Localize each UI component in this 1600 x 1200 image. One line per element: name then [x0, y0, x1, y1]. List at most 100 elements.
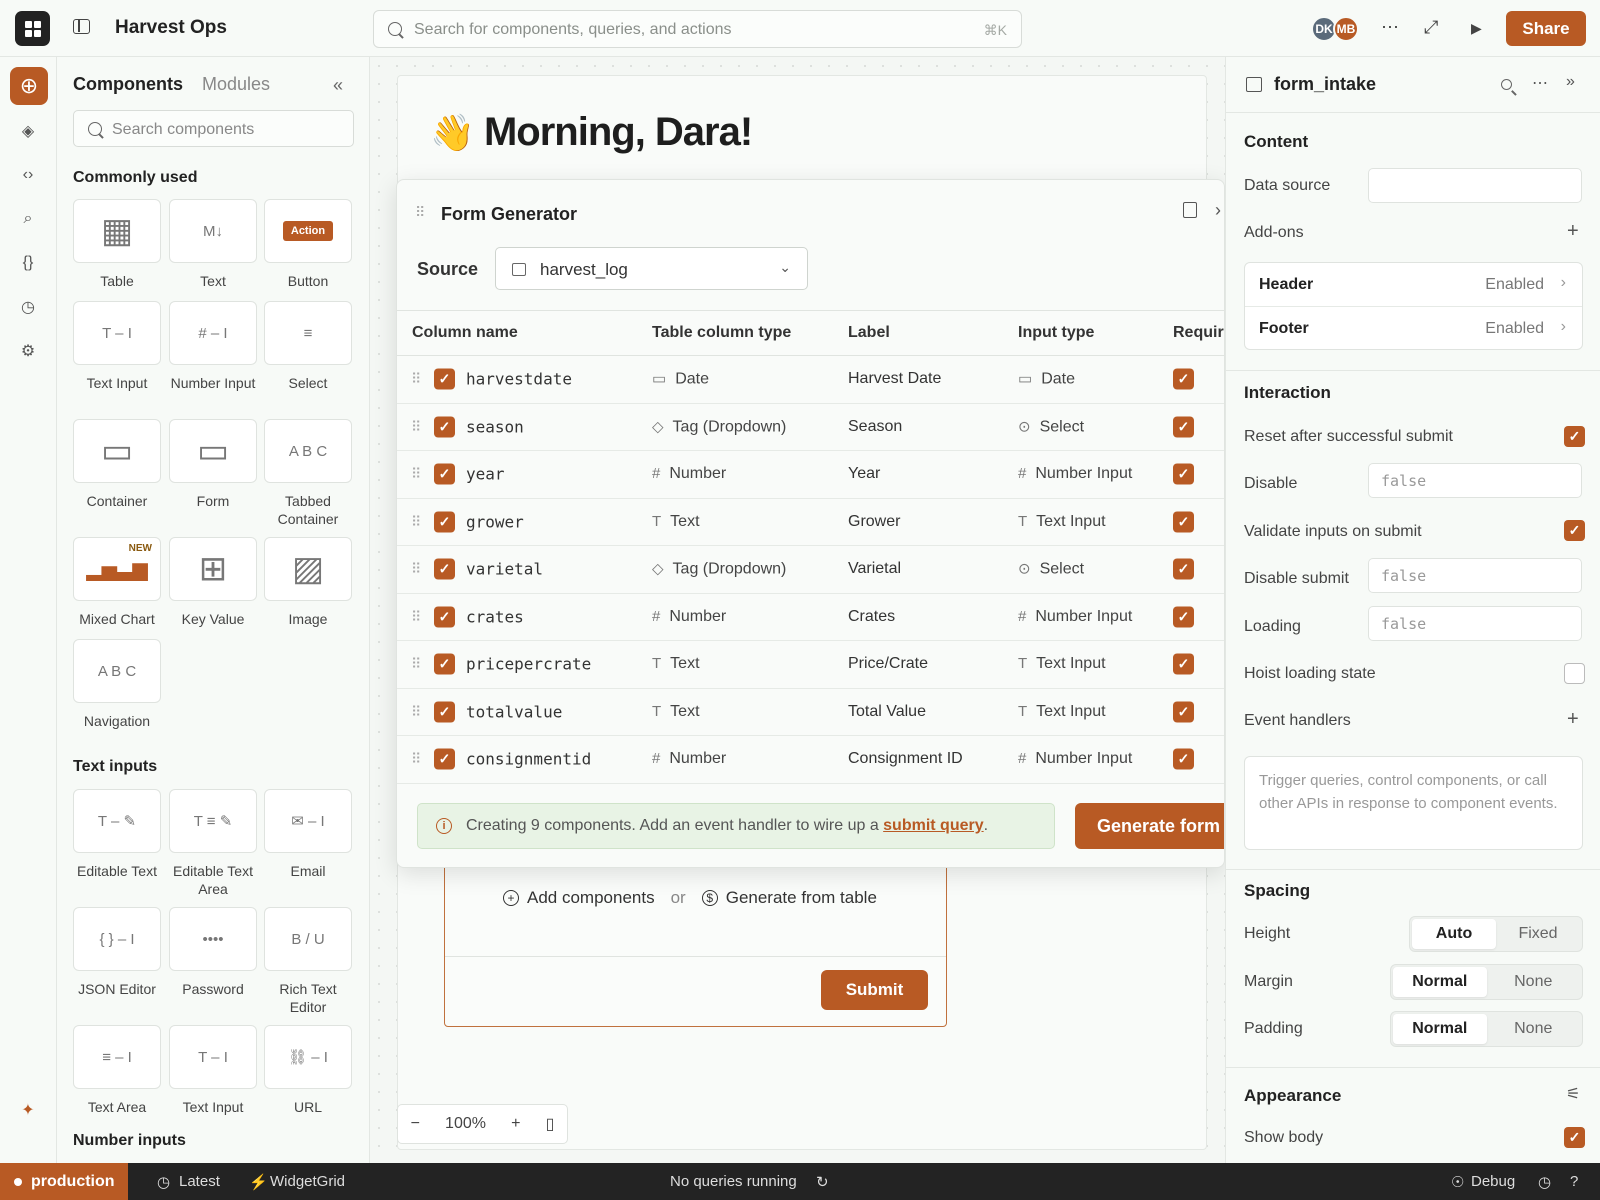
show-body-checkbox[interactable]: ✓ [1564, 1127, 1585, 1148]
component-tile[interactable]: T – I Text Input [73, 301, 161, 392]
include-checkbox[interactable]: ✓ [434, 463, 455, 485]
component-tile[interactable]: ⛓ – I URL [264, 1025, 352, 1116]
required-checkbox[interactable]: ✓ [1173, 606, 1194, 628]
drag-handle-icon[interactable]: ⠿ [411, 656, 421, 673]
add-component-icon[interactable]: ⊕ [10, 67, 48, 105]
zoom-in-icon[interactable]: + [511, 1115, 520, 1133]
branch-label[interactable]: Latest [179, 1173, 220, 1190]
braces-icon[interactable]: {} [17, 252, 39, 274]
add-addon-icon[interactable]: + [1567, 220, 1579, 243]
component-tile[interactable]: ≡ – I Text Area [73, 1025, 161, 1116]
share-button[interactable]: Share [1506, 11, 1586, 46]
label-input[interactable]: Grower [848, 513, 900, 531]
required-checkbox[interactable]: ✓ [1173, 416, 1194, 438]
component-tile[interactable]: { } – I JSON Editor [73, 907, 161, 998]
component-tile[interactable]: T – I Text Input [169, 1025, 257, 1116]
sidebar-toggle-icon[interactable] [73, 19, 90, 34]
addon-header[interactable]: Header Enabled › [1245, 263, 1582, 306]
padding-normal[interactable]: Normal [1393, 1014, 1487, 1044]
data-source-input[interactable] [1368, 168, 1582, 203]
drag-handle-icon[interactable]: ⠿ [411, 561, 421, 578]
code-icon[interactable]: ‹› [17, 164, 39, 186]
include-checkbox[interactable]: ✓ [434, 368, 455, 390]
component-tile[interactable]: ▂▅▃▆ NEW Mixed Chart [73, 537, 161, 628]
label-input[interactable]: Crates [848, 608, 895, 626]
input-type-select[interactable]: # Number Input [1018, 608, 1132, 626]
submit-button[interactable]: Submit [821, 970, 928, 1010]
required-checkbox[interactable]: ✓ [1173, 653, 1194, 675]
collapse-panel-icon[interactable]: « [333, 75, 343, 96]
label-input[interactable]: Price/Crate [848, 655, 928, 673]
generate-form-button[interactable]: Generate form [1075, 803, 1224, 849]
include-checkbox[interactable]: ✓ [434, 748, 455, 770]
add-components-link[interactable]: Add components [527, 888, 655, 908]
help-icon[interactable]: ? [1570, 1173, 1578, 1190]
label-input[interactable]: Season [848, 418, 902, 436]
hoist-checkbox[interactable] [1564, 663, 1585, 684]
app-grid-icon[interactable] [15, 11, 50, 46]
addon-footer[interactable]: Footer Enabled › [1245, 306, 1582, 349]
copy-icon[interactable] [1183, 202, 1197, 218]
drag-handle-icon[interactable]: ⠿ [411, 513, 421, 530]
drag-handle-icon[interactable]: ⠿ [411, 466, 421, 483]
search-icon[interactable] [1501, 79, 1512, 90]
include-checkbox[interactable]: ✓ [434, 558, 455, 580]
margin-toggle[interactable]: Normal None [1390, 964, 1583, 1000]
drag-handle-icon[interactable]: ⠿ [415, 204, 425, 221]
component-tile[interactable]: Action Button [264, 199, 352, 290]
input-type-select[interactable]: ⊙ Select [1018, 560, 1084, 579]
input-type-select[interactable]: T Text Input [1018, 703, 1106, 721]
component-tile[interactable]: ▨ Image [264, 537, 352, 628]
source-select[interactable]: harvest_log ⌄ [495, 247, 808, 290]
widget-label[interactable]: WidgetGrid [270, 1173, 345, 1190]
refresh-icon[interactable]: ↻ [816, 1173, 829, 1191]
component-tile[interactable]: ▭ Form [169, 419, 257, 510]
component-tile[interactable]: •••• Password [169, 907, 257, 998]
sliders-icon[interactable]: ⚟ [1566, 1084, 1580, 1104]
sparkle-icon[interactable]: ✦ [17, 1099, 39, 1121]
close-icon[interactable]: › [1215, 200, 1221, 221]
height-toggle[interactable]: Auto Fixed [1409, 916, 1583, 952]
required-checkbox[interactable]: ✓ [1173, 511, 1194, 533]
device-icon[interactable]: ▯ [546, 1114, 555, 1134]
height-fixed[interactable]: Fixed [1496, 919, 1580, 949]
input-type-select[interactable]: T Text Input [1018, 513, 1106, 531]
input-type-select[interactable]: # Number Input [1018, 465, 1132, 483]
history-icon[interactable]: ◷ [17, 296, 39, 318]
component-tile[interactable]: ▦ Table [73, 199, 161, 290]
form-intake[interactable]: + Add components or $ Generate from tabl… [444, 860, 947, 1027]
required-checkbox[interactable]: ✓ [1173, 368, 1194, 390]
add-event-handler-icon[interactable]: + [1567, 708, 1579, 731]
input-type-select[interactable]: # Number Input [1018, 750, 1132, 768]
include-checkbox[interactable]: ✓ [434, 416, 455, 438]
label-input[interactable]: Total Value [848, 703, 926, 721]
reset-checkbox[interactable]: ✓ [1564, 426, 1585, 447]
collapse-icon[interactable]: » [1566, 73, 1575, 91]
disable-input[interactable]: false [1368, 463, 1582, 498]
zoom-out-icon[interactable]: − [411, 1115, 420, 1133]
padding-toggle[interactable]: Normal None [1390, 1011, 1583, 1047]
environment-selector[interactable]: production [0, 1163, 128, 1200]
tab-components[interactable]: Components [73, 74, 183, 94]
validate-checkbox[interactable]: ✓ [1564, 520, 1585, 541]
component-tile[interactable]: T ≡ ✎ Editable Text Area [169, 789, 257, 898]
global-search-input[interactable]: Search for components, queries, and acti… [373, 10, 1022, 48]
layers-icon[interactable]: ◈ [17, 120, 39, 142]
generate-from-table-link[interactable]: Generate from table [726, 888, 877, 908]
component-tile[interactable]: A B C Navigation [73, 639, 161, 730]
label-input[interactable]: Varietal [848, 560, 901, 578]
component-tile[interactable]: ≡ Select [264, 301, 352, 392]
drag-handle-icon[interactable]: ⠿ [411, 608, 421, 625]
required-checkbox[interactable]: ✓ [1173, 701, 1194, 723]
drag-handle-icon[interactable]: ⠿ [411, 371, 421, 388]
input-type-select[interactable]: ▭ Date [1018, 370, 1075, 389]
component-tile[interactable]: A B C Tabbed Container [264, 419, 352, 528]
required-checkbox[interactable]: ✓ [1173, 748, 1194, 770]
include-checkbox[interactable]: ✓ [434, 511, 455, 533]
component-tile[interactable]: ▭ Container [73, 419, 161, 510]
required-checkbox[interactable]: ✓ [1173, 558, 1194, 580]
component-tile[interactable]: B / U Rich Text Editor [264, 907, 352, 1016]
settings-icon[interactable]: ⚙ [17, 340, 39, 362]
include-checkbox[interactable]: ✓ [434, 606, 455, 628]
include-checkbox[interactable]: ✓ [434, 653, 455, 675]
